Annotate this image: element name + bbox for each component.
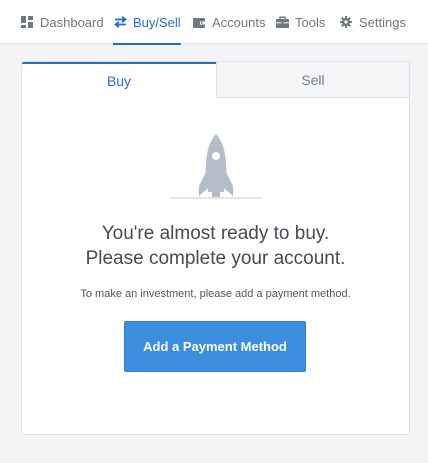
dashboard-grid-icon <box>20 15 34 29</box>
nav-item-accounts[interactable]: Accounts <box>192 0 265 44</box>
toolbox-icon <box>275 15 289 29</box>
nav-item-label: Tools <box>295 14 326 30</box>
nav-item-buy-sell[interactable]: Buy/Sell <box>113 0 181 45</box>
nav-item-label: Dashboard <box>40 14 104 30</box>
buy-sell-card: Buy Sell You're almost ready to buy. Ple… <box>21 61 410 435</box>
nav-item-settings[interactable]: Settings <box>339 0 406 44</box>
headline-line-2: Please complete your account. <box>85 248 346 269</box>
top-navigation: Dashboard Buy/Sell Accounts Tools Settin… <box>0 0 428 45</box>
gear-icon <box>339 15 353 29</box>
tab-buy[interactable]: Buy <box>22 62 216 98</box>
nav-item-tools[interactable]: Tools <box>275 0 325 44</box>
tab-sell[interactable]: Sell <box>216 62 409 98</box>
nav-item-label: Buy/Sell <box>133 14 181 30</box>
nav-item-label: Accounts <box>212 14 266 30</box>
payment-method-hint: To make an investment, please add a paym… <box>80 288 351 300</box>
rocket-icon <box>170 132 262 202</box>
headline-line-1: You're almost ready to buy. <box>101 223 330 244</box>
wallet-icon <box>192 15 206 29</box>
nav-item-dashboard[interactable]: Dashboard <box>20 0 104 44</box>
exchange-arrows-icon <box>113 15 127 29</box>
nav-item-label: Settings <box>359 14 406 30</box>
add-payment-method-button[interactable]: Add a Payment Method <box>124 321 306 372</box>
buy-sell-tabs: Buy Sell <box>22 62 409 98</box>
